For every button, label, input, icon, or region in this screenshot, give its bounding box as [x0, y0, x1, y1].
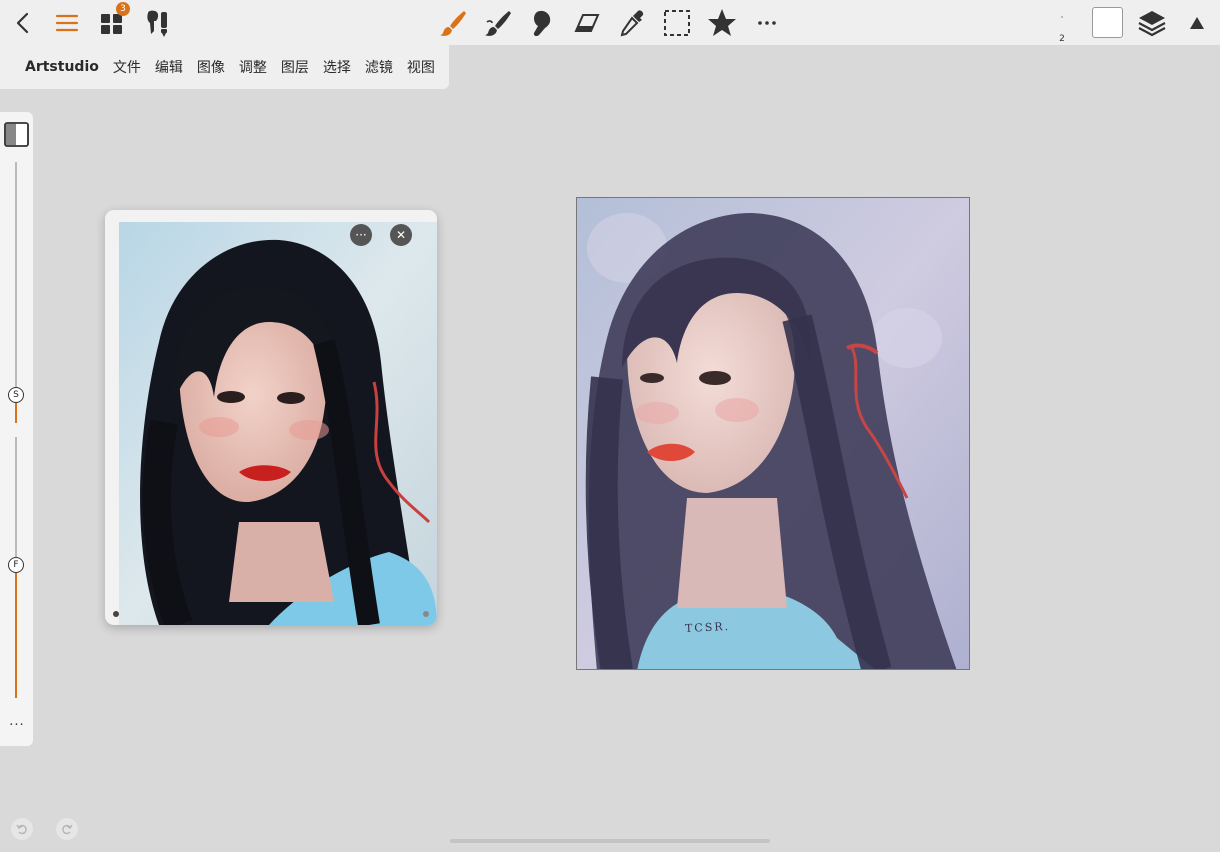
collapse-arrow-icon[interactable] [1177, 0, 1217, 45]
drawing-canvas[interactable]: TCSR. [576, 197, 970, 670]
menu-view[interactable]: 视图 [407, 57, 435, 77]
menu-file[interactable]: 文件 [113, 57, 141, 77]
more-icon[interactable] [747, 0, 787, 45]
menu-select[interactable]: 选择 [323, 57, 351, 77]
eyedropper-icon[interactable] [612, 0, 652, 45]
smudge-brush-icon[interactable] [478, 0, 518, 45]
flow-slider-track[interactable] [15, 437, 17, 557]
eraser-icon[interactable] [567, 0, 607, 45]
redo-icon[interactable] [56, 818, 78, 840]
paint-brush-icon[interactable] [433, 0, 473, 45]
layer-indicator-dot [1061, 16, 1063, 18]
selection-icon[interactable] [657, 0, 697, 45]
gallery-icon[interactable]: 3 [92, 0, 132, 45]
flow-slider-knob[interactable]: F [8, 557, 24, 573]
menu-filter[interactable]: 滤镜 [365, 57, 393, 77]
reference-photo [119, 222, 437, 625]
color-swatch[interactable] [1092, 7, 1123, 38]
layer-count: 2 [1059, 34, 1065, 44]
layers-icon[interactable] [1132, 0, 1172, 45]
menu-app-name[interactable]: Artstudio [25, 59, 99, 75]
panel-more-icon[interactable]: ··· [6, 718, 28, 733]
notification-badge: 3 [116, 2, 130, 16]
size-slider-knob[interactable]: S [8, 387, 24, 403]
size-slider-track[interactable] [15, 162, 17, 412]
blur-finger-icon[interactable] [522, 0, 562, 45]
favorites-star-icon[interactable] [702, 0, 742, 45]
reference-more-button[interactable]: ··· [350, 224, 372, 246]
reference-image-window[interactable]: ··· ✕ [105, 210, 437, 625]
menu-icon[interactable] [47, 0, 87, 45]
brush-slider-panel: S F ··· [0, 112, 33, 746]
top-toolbar: 3 2 [0, 0, 1220, 45]
menu-adjust[interactable]: 调整 [239, 57, 267, 77]
reference-close-button[interactable]: ✕ [390, 224, 412, 246]
artist-signature: TCSR. [684, 619, 731, 636]
panel-toggle-icon[interactable] [4, 122, 29, 147]
menu-bar: Artstudio 文件 编辑 图像 调整 图层 选择 滤镜 视图 [0, 45, 449, 89]
menu-edit[interactable]: 编辑 [155, 57, 183, 77]
resize-handle-right[interactable] [423, 611, 429, 617]
undo-icon[interactable] [11, 818, 33, 840]
brush-settings-icon[interactable] [138, 0, 178, 45]
menu-layer[interactable]: 图层 [281, 57, 309, 77]
resize-handle-left[interactable] [113, 611, 119, 617]
flow-slider-fill [15, 564, 17, 698]
back-icon[interactable] [2, 0, 42, 45]
home-indicator [450, 839, 770, 843]
menu-image[interactable]: 图像 [197, 57, 225, 77]
